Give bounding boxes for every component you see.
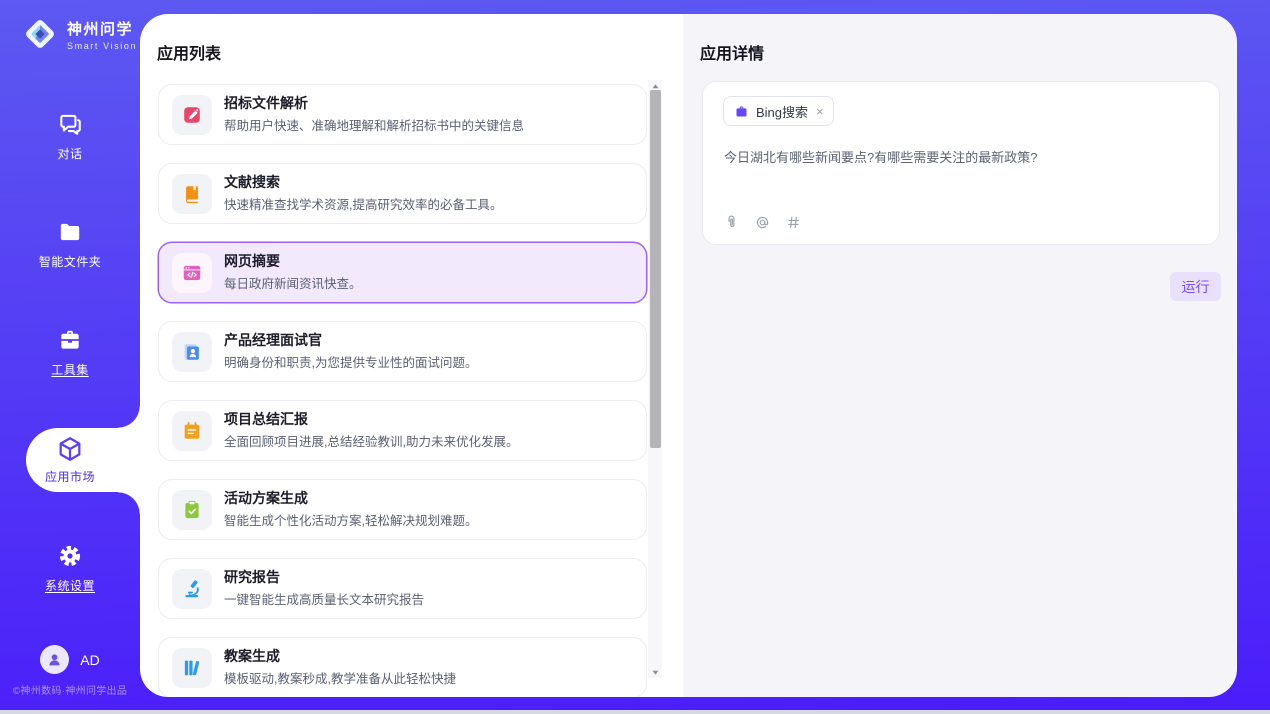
app-name: 招标文件解析	[224, 95, 524, 111]
app-name: 项目总结汇报	[224, 411, 518, 427]
copyright-footer: ©神州数码·神州问学出品	[0, 682, 140, 697]
app-icon-tile	[172, 490, 212, 530]
app-description: 全面回顾项目进展,总结经验教训,助力未来优化发展。	[224, 431, 518, 450]
close-icon[interactable]: ×	[816, 105, 824, 118]
app-card[interactable]: 招标文件解析 帮助用户快速、准确地理解和解析招标书中的关键信息	[158, 84, 647, 145]
user-avatar-icon	[45, 650, 64, 669]
microscope-icon	[181, 578, 203, 600]
list-scrollbar[interactable]	[648, 80, 662, 678]
app-card-text: 招标文件解析 帮助用户快速、准确地理解和解析招标书中的关键信息	[224, 95, 524, 134]
briefcase-icon	[734, 104, 749, 119]
tool-chip-bing-search[interactable]: Bing搜索 ×	[723, 96, 834, 126]
app-icon-tile	[172, 569, 212, 609]
app-card-text: 网页摘要 每日政府新闻资讯快查。	[224, 253, 362, 292]
sidebar-item-label: 应用市场	[45, 468, 95, 485]
sidebar: 神州问学 Smart Vision 对话 智能文件夹 工具集 应用市场	[0, 0, 140, 710]
app-card[interactable]: 研究报告 一键智能生成高质量长文本研究报告	[158, 558, 647, 619]
user-initials: AD	[80, 652, 99, 668]
tool-chip-label: Bing搜索	[756, 102, 808, 121]
sidebar-item-market[interactable]: 应用市场	[26, 428, 140, 492]
sidebar-item-label: 对话	[57, 145, 82, 162]
browser-code-icon	[181, 262, 203, 284]
bottom-edge-strip	[0, 710, 1270, 714]
attachment-toolbar	[723, 214, 802, 231]
prompt-card: Bing搜索 × 今日湖北有哪些新闻要点?有哪些需要关注的最新政策?	[702, 81, 1220, 245]
sidebar-item-folders[interactable]: 智能文件夹	[0, 190, 140, 298]
app-card-list: 招标文件解析 帮助用户快速、准确地理解和解析招标书中的关键信息 文献搜索 快速精…	[158, 84, 647, 697]
app-card[interactable]: 产品经理面试官 明确身份和职责,为您提供专业性的面试问题。	[158, 321, 647, 382]
sidebar-item-label: 智能文件夹	[39, 253, 102, 270]
sidebar-item-settings[interactable]: 系统设置	[0, 514, 140, 622]
app-name: 教案生成	[224, 648, 456, 664]
hash-icon[interactable]	[785, 214, 802, 231]
gear-icon	[57, 543, 83, 569]
app-icon-tile	[172, 95, 212, 135]
sidebar-nav: 对话 智能文件夹 工具集 应用市场 系统设置	[0, 82, 140, 622]
app-card-text: 产品经理面试官 明确身份和职责,为您提供专业性的面试问题。	[224, 332, 477, 371]
app-card[interactable]: 文献搜索 快速精准查找学术资源,提高研究效率的必备工具。	[158, 163, 647, 224]
app-card-text: 研究报告 一键智能生成高质量长文本研究报告	[224, 569, 424, 608]
at-mention-icon[interactable]	[754, 214, 771, 231]
app-card[interactable]: 网页摘要 每日政府新闻资讯快查。	[158, 242, 647, 303]
app-description: 快速精准查找学术资源,提高研究效率的必备工具。	[224, 194, 502, 213]
app-name: 研究报告	[224, 569, 424, 585]
app-icon-tile	[172, 411, 212, 451]
arrow-down-icon	[651, 668, 660, 677]
user-account[interactable]: AD	[0, 645, 140, 674]
app-icon-tile	[172, 174, 212, 214]
prompt-input[interactable]: 今日湖北有哪些新闻要点?有哪些需要关注的最新政策?	[724, 148, 1201, 168]
app-icon-tile	[172, 332, 212, 372]
sidebar-item-label: 工具集	[51, 361, 89, 378]
sidebar-item-label: 系统设置	[45, 577, 95, 594]
book-icon	[181, 183, 203, 205]
scrollbar-thumb[interactable]	[650, 90, 661, 448]
avatar	[40, 645, 69, 674]
edit-square-icon	[181, 104, 203, 126]
app-description: 帮助用户快速、准确地理解和解析招标书中的关键信息	[224, 115, 524, 134]
scroll-down-button[interactable]	[648, 666, 662, 678]
sidebar-item-chat[interactable]: 对话	[0, 82, 140, 190]
app-card-text: 教案生成 模板驱动,教案秒成,教学准备从此轻松快捷	[224, 648, 456, 687]
app-card-text: 活动方案生成 智能生成个性化活动方案,轻松解决规划难题。	[224, 490, 477, 529]
chat-icon	[57, 111, 83, 137]
app-icon-tile	[172, 253, 212, 293]
app-name: 产品经理面试官	[224, 332, 477, 348]
books-icon	[181, 657, 203, 679]
clipboard-check-icon	[181, 499, 203, 521]
gem-logo-icon	[18, 12, 62, 56]
toolbox-icon	[57, 327, 83, 353]
app-description: 智能生成个性化活动方案,轻松解决规划难题。	[224, 510, 477, 529]
app-list-panel: 应用列表 招标文件解析 帮助用户快速、准确地理解和解析招标书中的关键信息	[140, 14, 683, 697]
folder-icon	[57, 219, 83, 245]
app-list-title: 应用列表	[157, 40, 221, 64]
app-card[interactable]: 项目总结汇报 全面回顾项目进展,总结经验教训,助力未来优化发展。	[158, 400, 647, 461]
app-card-text: 文献搜索 快速精准查找学术资源,提高研究效率的必备工具。	[224, 174, 502, 213]
app-card-text: 项目总结汇报 全面回顾项目进展,总结经验教训,助力未来优化发展。	[224, 411, 518, 450]
brand-logo: 神州问学 Smart Vision	[18, 12, 137, 56]
run-button[interactable]: 运行	[1170, 272, 1221, 301]
app-description: 一键智能生成高质量长文本研究报告	[224, 589, 424, 608]
brand-name: 神州问学	[67, 18, 137, 39]
app-card[interactable]: 活动方案生成 智能生成个性化活动方案,轻松解决规划难题。	[158, 479, 647, 540]
app-description: 每日政府新闻资讯快查。	[224, 273, 362, 292]
interview-icon	[181, 341, 203, 363]
app-card[interactable]: 教案生成 模板驱动,教案秒成,教学准备从此轻松快捷	[158, 637, 647, 697]
app-description: 模板驱动,教案秒成,教学准备从此轻松快捷	[224, 668, 456, 687]
app-icon-tile	[172, 648, 212, 688]
app-detail-panel: 应用详情 Bing搜索 × 今日湖北有哪些新闻要点?有哪些需要关注的最新政策? …	[683, 14, 1237, 697]
cube-icon	[56, 435, 84, 463]
calendar-note-icon	[181, 420, 203, 442]
brand-text: 神州问学 Smart Vision	[67, 18, 137, 51]
app-detail-title: 应用详情	[700, 40, 764, 64]
app-name: 网页摘要	[224, 253, 362, 269]
sidebar-item-tools[interactable]: 工具集	[0, 298, 140, 406]
app-name: 活动方案生成	[224, 490, 477, 506]
main-content: 应用列表 招标文件解析 帮助用户快速、准确地理解和解析招标书中的关键信息	[140, 14, 1237, 697]
paperclip-icon[interactable]	[723, 214, 740, 231]
app-name: 文献搜索	[224, 174, 502, 190]
app-description: 明确身份和职责,为您提供专业性的面试问题。	[224, 352, 477, 371]
brand-tagline: Smart Vision	[67, 41, 137, 51]
